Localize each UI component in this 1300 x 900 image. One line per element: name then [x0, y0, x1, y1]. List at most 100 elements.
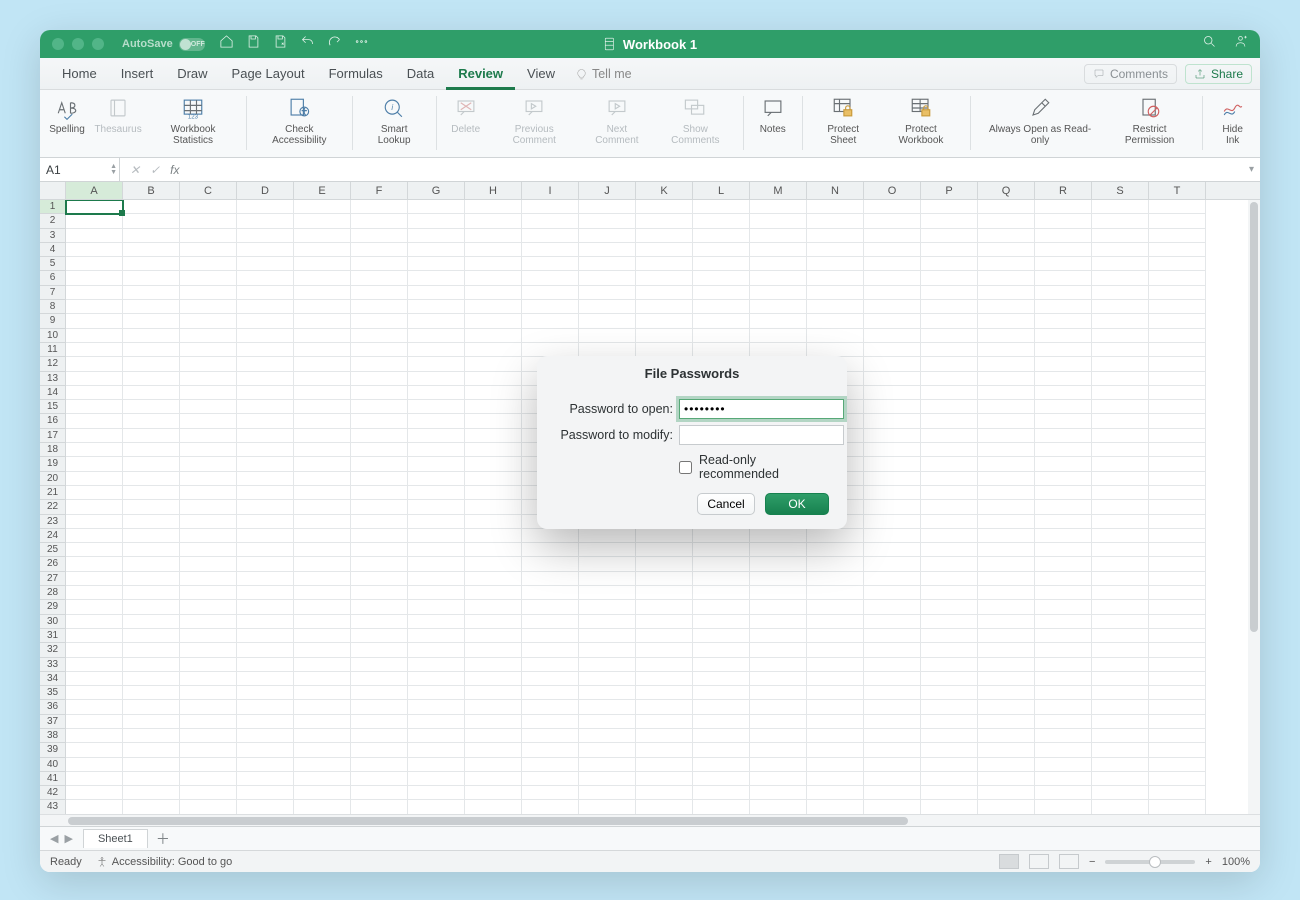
cell[interactable] — [465, 743, 522, 757]
sheet-next-icon[interactable]: ▶ — [64, 832, 72, 845]
cell[interactable] — [123, 329, 180, 343]
cell[interactable] — [693, 758, 750, 772]
cell[interactable] — [921, 686, 978, 700]
row-header[interactable]: 29 — [40, 600, 66, 614]
cell[interactable] — [1035, 200, 1092, 214]
cell[interactable] — [351, 200, 408, 214]
cell[interactable] — [978, 529, 1035, 543]
cell[interactable] — [693, 715, 750, 729]
column-header[interactable]: G — [408, 182, 465, 199]
cell[interactable] — [351, 372, 408, 386]
cell[interactable] — [579, 686, 636, 700]
cell[interactable] — [864, 700, 921, 714]
cell[interactable] — [123, 786, 180, 800]
cell[interactable] — [750, 300, 807, 314]
cell[interactable] — [921, 800, 978, 814]
cell[interactable] — [978, 372, 1035, 386]
cell[interactable] — [408, 314, 465, 328]
cell[interactable] — [864, 629, 921, 643]
column-header[interactable]: A — [66, 182, 123, 199]
column-header[interactable]: P — [921, 182, 978, 199]
cell[interactable] — [465, 543, 522, 557]
cell[interactable] — [408, 800, 465, 814]
cell[interactable] — [579, 214, 636, 228]
cell[interactable] — [1035, 229, 1092, 243]
cell[interactable] — [1035, 271, 1092, 285]
cell[interactable] — [237, 214, 294, 228]
cell[interactable] — [1092, 243, 1149, 257]
cell[interactable] — [66, 600, 123, 614]
cell[interactable] — [636, 786, 693, 800]
cell[interactable] — [864, 658, 921, 672]
tab-formulas[interactable]: Formulas — [317, 58, 395, 90]
cell[interactable] — [294, 343, 351, 357]
cell[interactable] — [237, 600, 294, 614]
cell[interactable] — [66, 300, 123, 314]
cell[interactable] — [408, 400, 465, 414]
cell[interactable] — [522, 214, 579, 228]
cell[interactable] — [864, 515, 921, 529]
cell[interactable] — [864, 357, 921, 371]
cell[interactable] — [294, 600, 351, 614]
cell[interactable] — [351, 800, 408, 814]
cell[interactable] — [522, 586, 579, 600]
password-modify-input[interactable] — [679, 425, 844, 445]
cell[interactable] — [807, 729, 864, 743]
cell[interactable] — [921, 300, 978, 314]
cell[interactable] — [1149, 557, 1206, 571]
cell[interactable] — [750, 243, 807, 257]
cell[interactable] — [351, 500, 408, 514]
cell[interactable] — [1092, 400, 1149, 414]
cell[interactable] — [921, 400, 978, 414]
cell[interactable] — [750, 672, 807, 686]
cell[interactable] — [921, 429, 978, 443]
cell[interactable] — [921, 600, 978, 614]
cell[interactable] — [408, 629, 465, 643]
cell[interactable] — [66, 214, 123, 228]
read-only-recommended-checkbox[interactable] — [679, 461, 692, 474]
row-header[interactable]: 24 — [40, 529, 66, 543]
cell[interactable] — [237, 257, 294, 271]
cell[interactable] — [1092, 686, 1149, 700]
cell[interactable] — [1092, 572, 1149, 586]
cell[interactable] — [579, 586, 636, 600]
cell[interactable] — [465, 686, 522, 700]
cell[interactable] — [921, 543, 978, 557]
cell[interactable] — [921, 515, 978, 529]
vertical-scrollbar[interactable] — [1248, 200, 1260, 814]
cell[interactable] — [579, 615, 636, 629]
column-header[interactable]: K — [636, 182, 693, 199]
cell[interactable] — [864, 314, 921, 328]
cell[interactable] — [408, 615, 465, 629]
spelling-button[interactable]: Spelling — [44, 93, 90, 137]
cell[interactable] — [237, 772, 294, 786]
cell[interactable] — [123, 300, 180, 314]
column-header[interactable]: H — [465, 182, 522, 199]
cell[interactable] — [180, 443, 237, 457]
cell[interactable] — [522, 314, 579, 328]
cell[interactable] — [66, 372, 123, 386]
cell[interactable] — [180, 472, 237, 486]
cell[interactable] — [1149, 515, 1206, 529]
cell[interactable] — [1035, 443, 1092, 457]
cell[interactable] — [807, 686, 864, 700]
cell[interactable] — [465, 786, 522, 800]
cell[interactable] — [864, 257, 921, 271]
cell[interactable] — [978, 515, 1035, 529]
cell[interactable] — [123, 629, 180, 643]
cell[interactable] — [66, 229, 123, 243]
cell[interactable] — [579, 772, 636, 786]
cell[interactable] — [522, 672, 579, 686]
cell[interactable] — [978, 200, 1035, 214]
cell[interactable] — [864, 715, 921, 729]
cell[interactable] — [465, 629, 522, 643]
always-read-only-button[interactable]: Always Open as Read-only — [977, 93, 1103, 148]
cell[interactable] — [579, 300, 636, 314]
row-header[interactable]: 21 — [40, 486, 66, 500]
cell[interactable] — [579, 786, 636, 800]
cell[interactable] — [1149, 486, 1206, 500]
cell[interactable] — [522, 257, 579, 271]
cell[interactable] — [1035, 643, 1092, 657]
cell[interactable] — [864, 586, 921, 600]
cell[interactable] — [237, 643, 294, 657]
